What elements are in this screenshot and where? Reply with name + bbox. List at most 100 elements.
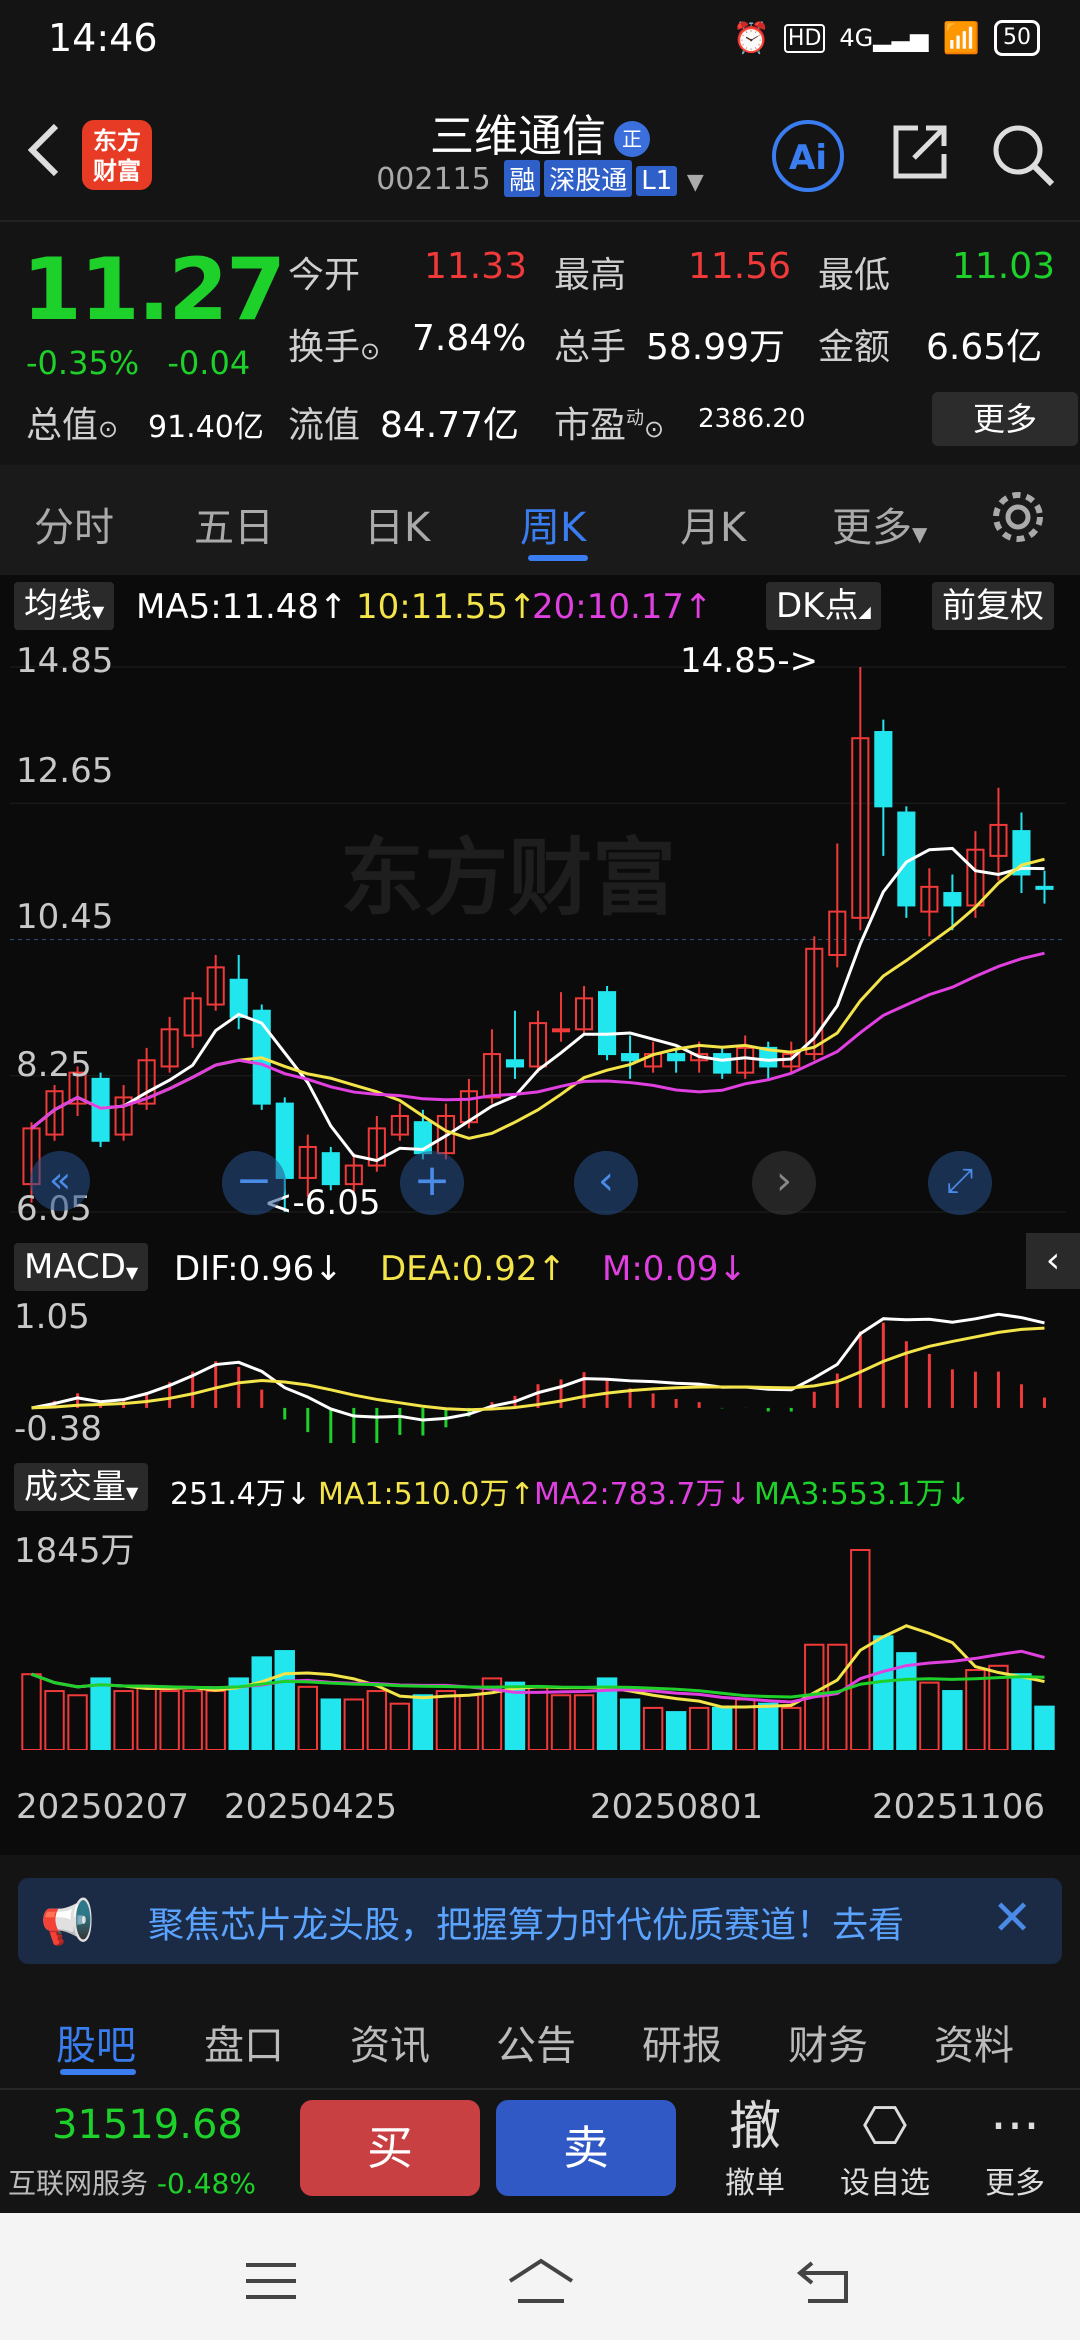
dk-point-button[interactable]: DK点◢ [766, 582, 881, 630]
expand-icon: ⤢ [946, 1161, 974, 1201]
buy-button[interactable]: 买 [300, 2100, 480, 2196]
scroll-left-button[interactable]: ‹ [574, 1151, 638, 1215]
volume-bar [711, 1706, 733, 1750]
turnover-label: 换手⊙ [288, 327, 381, 368]
battery-icon: 50 [994, 20, 1040, 56]
promo-banner[interactable]: 📢 聚焦芯片龙头股，把握算力时代优质赛道！去看 ✕ [18, 1878, 1062, 1964]
tab-monthly[interactable]: 月K [680, 495, 746, 553]
close-icon[interactable]: ✕ [992, 1890, 1032, 1946]
volume-label: 总手 [554, 327, 627, 368]
rewind-button[interactable]: « [30, 1151, 90, 1211]
status-icons: ⏰ HD 4G▂▃▅ 📶 50 [733, 20, 1040, 56]
volume-bar [412, 1694, 434, 1750]
megaphone-icon: 📢 [40, 1897, 95, 1948]
ma5-legend: MA5:11.48↑ [136, 587, 348, 627]
macd-dea: DEA:0.92↑ [380, 1249, 566, 1289]
collapse-panel-button[interactable]: ‹ [1026, 1233, 1080, 1289]
chevron-left-icon: ‹ [1045, 1240, 1061, 1281]
candle-body [1035, 885, 1054, 890]
zoom-out-button[interactable]: − [222, 1151, 286, 1215]
last-price: 11.27 [22, 240, 286, 340]
tab-weekly[interactable]: 周K [520, 495, 586, 553]
fullscreen-button[interactable]: ⤢ [928, 1151, 992, 1215]
dropdown-icon: ▼ [912, 522, 928, 546]
more-quote-button[interactable]: 更多 [932, 392, 1078, 446]
high-label: 最高 [554, 255, 627, 296]
volume-bar [136, 1685, 157, 1750]
volume-bar [919, 1681, 940, 1750]
tab-finance[interactable]: 财务 [788, 2013, 868, 2071]
volume-selector[interactable]: 成交量▼ [14, 1463, 149, 1511]
tab-five-day[interactable]: 五日 [194, 495, 274, 553]
search-button[interactable] [988, 120, 1058, 190]
back-nav-icon[interactable] [796, 2257, 852, 2307]
macd-chart [31, 1312, 1046, 1443]
corner-icon: ◢ [858, 602, 871, 621]
high-marker: 14.85-> [680, 641, 819, 681]
macd-dif: DIF:0.96↓ [174, 1249, 343, 1289]
chart-settings-button[interactable] [988, 487, 1048, 551]
volume-bar [781, 1706, 802, 1750]
volume-bar [21, 1673, 42, 1750]
kline-chart[interactable]: 东方财富 [10, 637, 1066, 1242]
volume-bar [366, 1690, 388, 1750]
zoom-in-button[interactable]: + [400, 1151, 464, 1215]
candle-body [943, 892, 962, 907]
volume-bar [665, 1711, 687, 1750]
x-tick: 20250207 [16, 1787, 190, 1827]
tab-more[interactable]: 更多▼ [832, 495, 927, 553]
status-time: 14:46 [48, 16, 158, 60]
tab-guba[interactable]: 股吧 [56, 2013, 136, 2071]
volume-bar [297, 1685, 318, 1750]
amount-label: 金额 [818, 327, 891, 368]
index-name: 互联网服务 -0.48% [8, 2167, 256, 2200]
share-button[interactable] [888, 120, 952, 184]
macd-selector[interactable]: MACD▼ [14, 1243, 149, 1291]
pe-value: 2386.20 [698, 404, 806, 434]
home-icon[interactable] [506, 2257, 576, 2307]
tab-daily[interactable]: 日K [364, 495, 430, 553]
adjust-button[interactable]: 前复权 [932, 582, 1054, 630]
watchlist-icon: ⎔ [862, 2097, 908, 2157]
volume-bar [389, 1702, 411, 1750]
tab-intraday[interactable]: 分时 [34, 495, 114, 553]
dropdown-icon: ▼ [686, 170, 704, 195]
menu-icon[interactable] [244, 2261, 298, 2301]
index-value[interactable]: 31519.68 [52, 2102, 243, 2148]
volume-value: 58.99万 [646, 327, 786, 368]
sell-button[interactable]: 卖 [496, 2100, 676, 2196]
chart-area[interactable]: 均线▼ MA5:11.48↑ 10:11.55↑ 20:10.17↑ DK点◢ … [0, 575, 1080, 1855]
volume-bar [67, 1694, 88, 1750]
tab-news[interactable]: 资讯 [350, 2013, 430, 2071]
ai-button[interactable]: Ai [772, 120, 844, 192]
add-watchlist-button[interactable]: ⎔ 设自选 [830, 2096, 940, 2202]
tab-notice[interactable]: 公告 [496, 2013, 576, 2071]
tab-profile[interactable]: 资料 [934, 2013, 1014, 2071]
volume-chart [21, 1549, 1055, 1750]
open-label: 今开 [288, 255, 361, 296]
subtab-active-indicator [60, 2069, 136, 2075]
volume-ma1: MA1:510.0万↑ [318, 1477, 535, 1512]
candle-body [598, 991, 617, 1056]
more-actions-button[interactable]: ··· 更多 [960, 2096, 1070, 2202]
y-tick: 8.25 [16, 1045, 92, 1085]
stock-code: 002115 [376, 162, 491, 197]
change-amount: -0.04 [167, 344, 251, 382]
y-tick: 14.85 [16, 641, 114, 681]
system-nav-bar [0, 2213, 1080, 2340]
ma-indicator-selector[interactable]: 均线▼ [14, 582, 115, 630]
volume-y-tick: 1845万 [14, 1531, 135, 1571]
mktcap-label: 总值⊙ [26, 405, 119, 446]
signal-icon: 4G▂▃▅ [839, 24, 929, 52]
low-label: 最低 [818, 255, 891, 296]
volume-bar [942, 1690, 963, 1750]
banner-text[interactable]: 聚焦芯片龙头股，把握算力时代优质赛道！去看 [148, 1896, 988, 1948]
volume-bar [550, 1694, 572, 1750]
cancel-order-button[interactable]: 撤撤单 [700, 2096, 810, 2202]
tab-pankou[interactable]: 盘口 [204, 2013, 284, 2071]
macd-y-tick: 1.05 [14, 1297, 90, 1337]
watermark: 东方财富 [340, 831, 676, 925]
scroll-right-button[interactable]: › [752, 1151, 816, 1215]
volume-bar [573, 1694, 595, 1750]
tab-research[interactable]: 研报 [642, 2013, 722, 2071]
